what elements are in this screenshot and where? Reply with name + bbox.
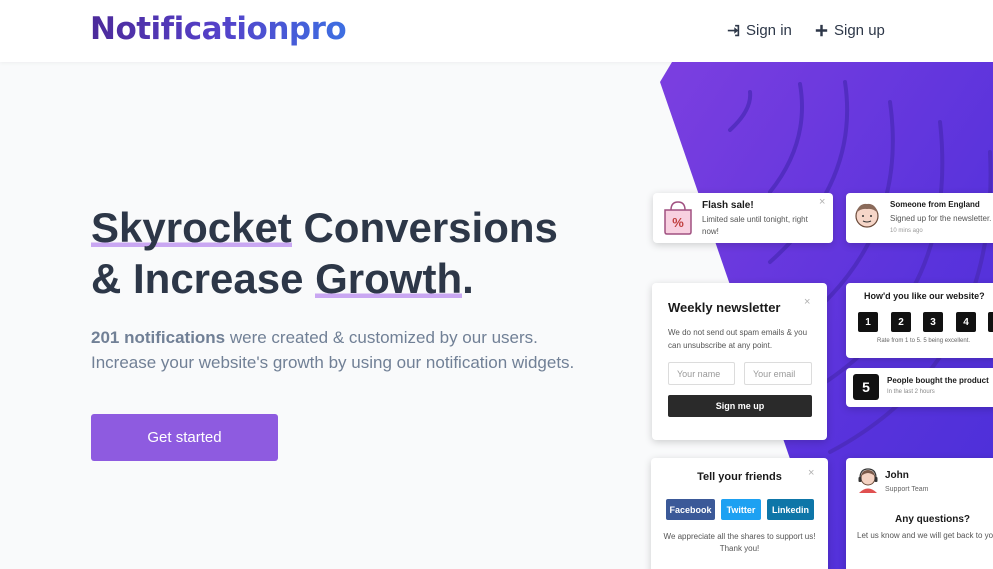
logo[interactable]: Notificationpro (90, 11, 347, 47)
support-agent-icon (858, 468, 878, 493)
get-started-button[interactable]: Get started (91, 414, 278, 461)
support-text: Let us know and we will get back to you! (857, 531, 993, 540)
name-field[interactable]: Your name (668, 362, 735, 385)
newsletter-title: Weekly newsletter (668, 300, 781, 315)
support-team: Support Team (885, 486, 929, 493)
avatar (855, 203, 879, 228)
notification-count: 201 notifications (91, 328, 226, 347)
subtitle-line2: Increase your website's growth by using … (91, 353, 575, 372)
sign-in-label: Sign in (746, 22, 792, 39)
subtitle-rest: were created & customized by our users. (225, 328, 538, 347)
sign-up-link[interactable]: Sign up (815, 22, 885, 39)
purchase-text: In the last 2 hours (887, 389, 935, 395)
rating-option-4[interactable]: 4 (956, 312, 976, 332)
share-text: We appreciate all the shares to support … (663, 532, 816, 553)
hero-title: Skyrocket Conversions & Increase Growth. (91, 202, 611, 304)
title-line1-rest: Conversions (291, 204, 558, 251)
sign-in-link[interactable]: Sign in (727, 22, 792, 39)
linkedin-button[interactable]: Linkedin (767, 499, 814, 520)
rating-title: How'd you like our website? (864, 291, 985, 301)
close-icon[interactable]: × (804, 297, 810, 308)
navbar: Notificationpro Sign in Sign up (0, 0, 993, 62)
share-title: Tell your friends (697, 471, 782, 483)
flash-title: Flash sale! (702, 200, 754, 211)
hero-subtitle: 201 notifications were created & customi… (91, 325, 611, 375)
rating-option-3[interactable]: 3 (923, 312, 943, 332)
email-field[interactable]: Your email (744, 362, 812, 385)
newsletter-text: We do not send out spam emails & you can… (668, 328, 808, 350)
facebook-button[interactable]: Facebook (666, 499, 715, 520)
title-highlight-skyrocket: Skyrocket (91, 204, 292, 251)
signup-activity-widget: Someone from England Signed up for the n… (846, 193, 993, 243)
support-name: John (885, 470, 909, 481)
activity-text: Signed up for the newsletter. (890, 214, 992, 223)
shopping-bag-icon: % (664, 201, 692, 235)
purchase-activity-widget: 5 People bought the product In the last … (846, 368, 993, 407)
support-question: Any questions? (895, 514, 971, 525)
sign-up-label: Sign up (834, 22, 885, 39)
activity-time: 10 mins ago (890, 228, 923, 234)
flash-sale-widget: % Flash sale! Limited sale until tonight… (653, 193, 833, 243)
rating-caption: Rate from 1 to 5. 5 being excellent. (877, 338, 971, 344)
close-icon[interactable]: × (819, 197, 825, 208)
purchase-title: People bought the product (887, 376, 989, 385)
sign-me-up-button[interactable]: Sign me up (668, 395, 812, 417)
rating-option-1[interactable]: 1 (858, 312, 878, 332)
close-icon[interactable]: × (808, 468, 814, 479)
support-widget: John Support Team Any questions? Let us … (846, 458, 993, 569)
sign-in-icon (727, 24, 740, 37)
title-line2-start: & Increase (91, 255, 316, 302)
purchase-count: 5 (853, 374, 879, 400)
title-highlight-growth: Growth (315, 255, 463, 302)
twitter-button[interactable]: Twitter (721, 499, 761, 520)
newsletter-widget: Weekly newsletter × We do not send out s… (652, 283, 827, 440)
share-widget: Tell your friends × Facebook Twitter Lin… (651, 458, 828, 569)
plus-icon (815, 24, 828, 37)
rating-option-5[interactable] (988, 312, 993, 332)
title-line2-end: . (462, 255, 474, 302)
rating-widget: How'd you like our website? 1 2 3 4 Rate… (846, 283, 993, 358)
flash-text: Limited sale until tonight, right now! (702, 215, 808, 236)
svg-text:%: % (672, 215, 684, 230)
rating-option-2[interactable]: 2 (891, 312, 911, 332)
activity-title: Someone from England (890, 200, 980, 209)
